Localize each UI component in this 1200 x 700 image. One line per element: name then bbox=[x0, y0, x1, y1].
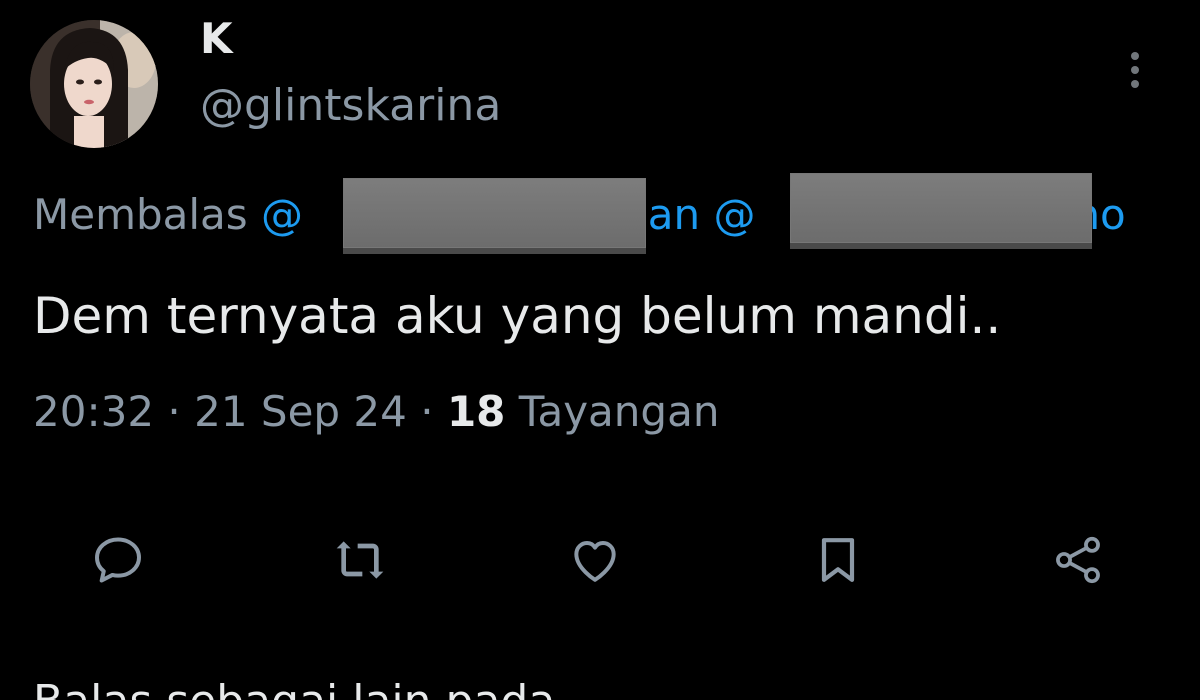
more-dot-icon bbox=[1131, 52, 1139, 60]
reply-composer-hint[interactable]: Balas sebagai lain pada bbox=[33, 672, 555, 700]
avatar-image bbox=[30, 20, 158, 148]
share-button[interactable] bbox=[1043, 530, 1113, 590]
like-icon bbox=[574, 540, 616, 582]
more-dot-icon bbox=[1131, 80, 1139, 88]
tweet-time[interactable]: 20:32 bbox=[33, 387, 154, 436]
action-bar bbox=[0, 520, 1200, 600]
tweet-date[interactable]: 21 Sep 24 bbox=[194, 387, 407, 436]
views-count[interactable]: 18 bbox=[447, 387, 505, 436]
more-dot-icon bbox=[1131, 66, 1139, 74]
author-display-name[interactable]: K bbox=[200, 18, 233, 60]
bookmark-button[interactable] bbox=[803, 530, 873, 590]
redaction-box bbox=[790, 173, 1092, 243]
tweet-meta: 20:32 · 21 Sep 24 · 18 Tayangan bbox=[33, 386, 719, 438]
repost-button[interactable] bbox=[325, 530, 395, 590]
reply-mention-2[interactable]: @ bbox=[713, 190, 755, 239]
bookmark-icon bbox=[821, 538, 855, 582]
more-options-button[interactable] bbox=[1115, 42, 1155, 98]
avatar[interactable] bbox=[30, 20, 158, 148]
share-icon bbox=[1056, 536, 1100, 584]
repost-icon bbox=[336, 541, 384, 579]
meta-separator: · bbox=[167, 387, 181, 436]
reply-mention-1[interactable]: @ bbox=[261, 190, 303, 239]
views-label: Tayangan bbox=[518, 387, 720, 436]
reply-button[interactable] bbox=[83, 530, 153, 590]
author-handle[interactable]: @glintskarina bbox=[200, 84, 501, 128]
reply-icon bbox=[95, 537, 141, 583]
reply-prefix: Membalas bbox=[33, 190, 248, 239]
meta-separator: · bbox=[420, 387, 434, 436]
tweet-text: Dem ternyata aku yang belum mandi.. bbox=[33, 287, 1002, 345]
redaction-box bbox=[343, 178, 646, 248]
tweet-detail-view: K @glintskarina Membalas @ dan @ no Dem te… bbox=[0, 0, 1200, 700]
like-button[interactable] bbox=[560, 530, 630, 590]
